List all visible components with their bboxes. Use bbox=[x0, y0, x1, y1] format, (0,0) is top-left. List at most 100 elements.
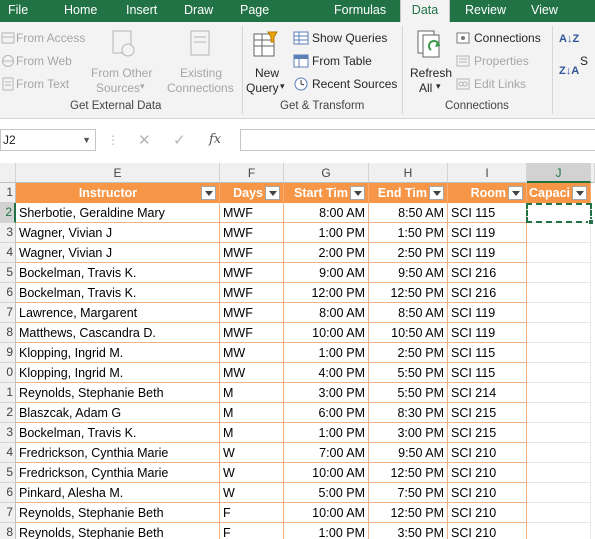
table-cell-g[interactable]: 10:00 AM bbox=[284, 503, 369, 523]
table-cell-i[interactable]: SCI 214 bbox=[448, 383, 527, 403]
table-cell-h[interactable]: 8:50 AM bbox=[369, 203, 448, 223]
table-cell-e[interactable]: Reynolds, Stephanie Beth bbox=[16, 523, 220, 539]
table-cell-h[interactable]: 12:50 PM bbox=[369, 463, 448, 483]
table-cell-i[interactable]: SCI 216 bbox=[448, 263, 527, 283]
sort-za-icon[interactable]: Z↓A bbox=[559, 66, 579, 77]
tab-view[interactable]: View bbox=[531, 0, 563, 22]
table-cell-f[interactable]: MWF bbox=[220, 283, 284, 303]
table-cell-j[interactable] bbox=[527, 323, 591, 343]
table-cell-g[interactable]: 1:00 PM bbox=[284, 423, 369, 443]
table-cell-h[interactable]: 10:50 AM bbox=[369, 323, 448, 343]
table-cell-g[interactable]: 7:00 AM bbox=[284, 443, 369, 463]
table-cell-e[interactable]: Pinkard, Alesha M. bbox=[16, 483, 220, 503]
table-cell-e[interactable]: Bockelman, Travis K. bbox=[16, 423, 220, 443]
table-cell-i[interactable]: SCI 119 bbox=[448, 223, 527, 243]
table-cell-h[interactable]: 3:50 PM bbox=[369, 523, 448, 539]
show-queries-button[interactable]: Show Queries bbox=[312, 31, 387, 45]
table-cell-j[interactable] bbox=[527, 363, 591, 383]
table-cell-f[interactable]: M bbox=[220, 383, 284, 403]
table-cell-e[interactable]: Bockelman, Travis K. bbox=[16, 283, 220, 303]
from-web-button[interactable]: From Web bbox=[16, 54, 72, 68]
table-cell-f[interactable]: MWF bbox=[220, 243, 284, 263]
new-query-label-2[interactable]: Query bbox=[246, 81, 279, 95]
table-cell-g[interactable]: 8:00 AM bbox=[284, 303, 369, 323]
filter-dropdown-icon[interactable] bbox=[201, 186, 216, 200]
table-cell-e[interactable]: Klopping, Ingrid M. bbox=[16, 363, 220, 383]
table-cell-j[interactable] bbox=[527, 223, 591, 243]
tab-home[interactable]: Home bbox=[64, 0, 104, 22]
table-cell-i[interactable]: SCI 215 bbox=[448, 423, 527, 443]
from-table-button[interactable]: From Table bbox=[312, 54, 372, 68]
table-cell-g[interactable]: 5:00 PM bbox=[284, 483, 369, 503]
table-cell-j[interactable] bbox=[527, 523, 591, 539]
table-cell-j[interactable] bbox=[527, 483, 591, 503]
column-header-i[interactable]: I bbox=[448, 163, 527, 183]
from-other-sources-label-1[interactable]: From Other bbox=[91, 66, 152, 80]
filter-sorted-icon[interactable] bbox=[265, 186, 280, 200]
table-cell-h[interactable]: 8:50 AM bbox=[369, 303, 448, 323]
fill-handle[interactable] bbox=[588, 219, 594, 225]
table-cell-f[interactable]: MWF bbox=[220, 203, 284, 223]
select-all-corner[interactable] bbox=[0, 163, 16, 183]
table-cell-j[interactable] bbox=[527, 263, 591, 283]
table-cell-f[interactable]: W bbox=[220, 463, 284, 483]
row-header[interactable]: 2 bbox=[0, 403, 16, 423]
row-header[interactable]: 5 bbox=[0, 463, 16, 483]
table-cell-f[interactable]: F bbox=[220, 503, 284, 523]
tab-data[interactable]: Data bbox=[400, 0, 450, 22]
table-cell-j[interactable] bbox=[527, 503, 591, 523]
table-cell-i[interactable]: SCI 210 bbox=[448, 523, 527, 539]
column-header-e[interactable]: E bbox=[16, 163, 220, 183]
table-cell-j[interactable] bbox=[527, 463, 591, 483]
table-cell-f[interactable]: MWF bbox=[220, 263, 284, 283]
column-header-j[interactable]: J bbox=[527, 163, 591, 183]
table-cell-e[interactable]: Reynolds, Stephanie Beth bbox=[16, 503, 220, 523]
table-cell-e[interactable]: Reynolds, Stephanie Beth bbox=[16, 383, 220, 403]
table-cell-h[interactable]: 2:50 PM bbox=[369, 243, 448, 263]
table-cell-h[interactable]: 9:50 AM bbox=[369, 263, 448, 283]
table-cell-g[interactable]: 9:00 AM bbox=[284, 263, 369, 283]
from-other-sources-label-2[interactable]: Sources bbox=[96, 81, 140, 95]
table-cell-j[interactable] bbox=[527, 403, 591, 423]
table-cell-i[interactable]: SCI 119 bbox=[448, 243, 527, 263]
table-cell-f[interactable]: M bbox=[220, 403, 284, 423]
table-cell-i[interactable]: SCI 115 bbox=[448, 363, 527, 383]
row-header[interactable]: 8 bbox=[0, 323, 16, 343]
tab-insert[interactable]: Insert bbox=[126, 0, 166, 22]
table-cell-g[interactable]: 2:00 PM bbox=[284, 243, 369, 263]
table-cell-e[interactable]: Blaszcak, Adam G bbox=[16, 403, 220, 423]
tab-formulas[interactable]: Formulas bbox=[334, 0, 388, 22]
table-cell-g[interactable]: 1:00 PM bbox=[284, 223, 369, 243]
table-cell-j[interactable] bbox=[527, 343, 591, 363]
table-cell-f[interactable]: MW bbox=[220, 363, 284, 383]
table-cell-j[interactable] bbox=[527, 423, 591, 443]
table-cell-f[interactable]: MWF bbox=[220, 323, 284, 343]
refresh-all-label-1[interactable]: Refresh bbox=[410, 66, 452, 80]
table-cell-i[interactable]: SCI 210 bbox=[448, 503, 527, 523]
table-cell-h[interactable]: 7:50 PM bbox=[369, 483, 448, 503]
table-cell-h[interactable]: 5:50 PM bbox=[369, 383, 448, 403]
table-cell-i[interactable]: SCI 119 bbox=[448, 323, 527, 343]
table-cell-i[interactable]: SCI 210 bbox=[448, 483, 527, 503]
existing-connections-label-1[interactable]: Existing bbox=[180, 66, 222, 80]
table-cell-g[interactable]: 12:00 PM bbox=[284, 283, 369, 303]
row-header[interactable]: 3 bbox=[0, 423, 16, 443]
recent-sources-button[interactable]: Recent Sources bbox=[312, 77, 397, 91]
row-header[interactable]: 6 bbox=[0, 483, 16, 503]
tab-review[interactable]: Review bbox=[465, 0, 510, 22]
row-header[interactable]: 8 bbox=[0, 523, 16, 539]
table-cell-e[interactable]: Bockelman, Travis K. bbox=[16, 263, 220, 283]
tab-file[interactable]: File bbox=[8, 0, 38, 22]
row-header[interactable]: 9 bbox=[0, 343, 16, 363]
table-cell-i[interactable]: SCI 216 bbox=[448, 283, 527, 303]
table-cell-f[interactable]: MWF bbox=[220, 303, 284, 323]
table-cell-h[interactable]: 2:50 PM bbox=[369, 343, 448, 363]
table-cell-h[interactable]: 9:50 AM bbox=[369, 443, 448, 463]
row-header[interactable]: 5 bbox=[0, 263, 16, 283]
from-text-button[interactable]: From Text bbox=[16, 77, 69, 91]
table-cell-h[interactable]: 12:50 PM bbox=[369, 503, 448, 523]
chevron-down-icon[interactable]: ▼ bbox=[82, 130, 91, 150]
cancel-icon[interactable]: ✕ bbox=[138, 131, 151, 149]
tab-draw[interactable]: Draw bbox=[184, 0, 218, 22]
row-header[interactable]: 4 bbox=[0, 243, 16, 263]
